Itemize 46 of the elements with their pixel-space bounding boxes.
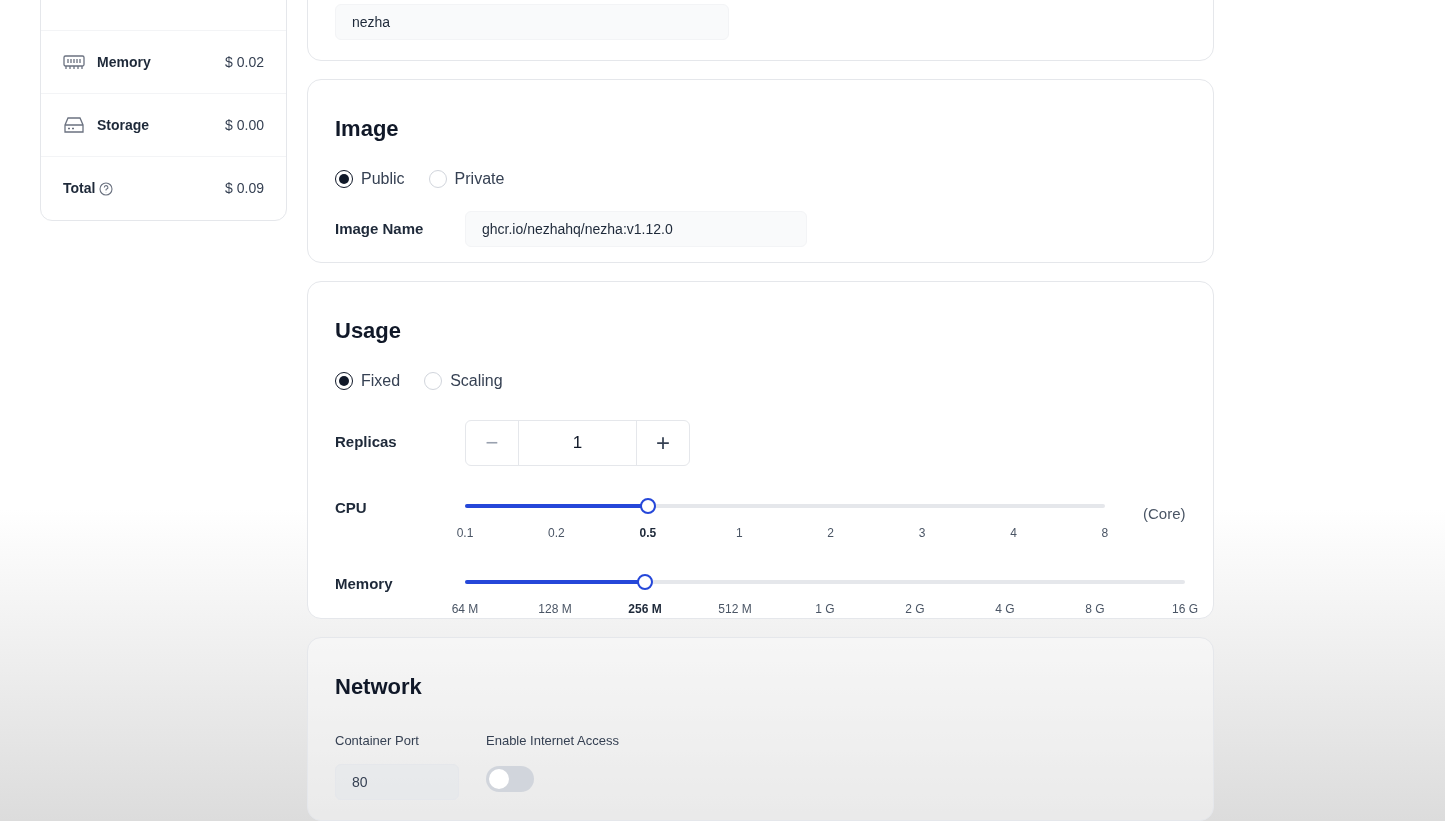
toggle-switch[interactable]: [486, 766, 534, 793]
tick-label: 0.1: [456, 524, 474, 542]
radio-option[interactable]: Private: [428, 167, 505, 192]
tick-label: 3: [918, 524, 926, 542]
section-title: Image: [335, 115, 400, 144]
radio-option[interactable]: Fixed: [335, 368, 401, 393]
tick-label: 1 G: [815, 600, 835, 618]
section-title: Network: [335, 672, 423, 701]
field-label: Memory: [335, 573, 394, 594]
section-title: Usage: [335, 316, 403, 345]
port-input[interactable]: 80: [335, 764, 459, 801]
tick-label: 0.2: [548, 524, 565, 542]
field-label: CPU: [335, 497, 368, 518]
field-label: Enable Internet Access: [486, 731, 619, 750]
tick-label: 256 M: [628, 600, 662, 618]
tick-label: 8 G: [1085, 600, 1105, 618]
radio-option[interactable]: Scaling: [424, 368, 503, 393]
tick-label: 16 G: [1172, 600, 1198, 618]
slider-handle[interactable]: [637, 573, 653, 590]
hard-drive-icon: [63, 116, 85, 134]
total-label: Total: [63, 179, 96, 198]
total-value: $ 0.09: [225, 179, 264, 198]
field-label: Container Port: [335, 731, 420, 750]
cost-label: Storage: [97, 115, 150, 135]
cost-value: $ 0.02: [225, 52, 264, 72]
field-label: Replicas: [335, 432, 398, 453]
tick-label: 2 G: [905, 600, 925, 618]
tick-label: 4 G: [995, 600, 1015, 618]
unit-label: (Core): [1143, 503, 1186, 524]
tick-label: 8: [1101, 524, 1109, 542]
tick-label: 4: [1010, 524, 1017, 542]
tick-label: 512 M: [718, 600, 752, 618]
field-label: Image Name: [335, 218, 425, 239]
name-input[interactable]: nezha: [335, 4, 729, 40]
radio-option[interactable]: Public: [335, 167, 405, 192]
tick-label: 1: [735, 524, 743, 542]
image-name-input[interactable]: ghcr.io/nezhahq/nezha:v1.12.0: [465, 211, 807, 248]
help-icon[interactable]: [99, 181, 114, 196]
cost-value: $ 0.00: [225, 115, 264, 135]
cost-label: Memory: [97, 52, 151, 72]
memory-chip-icon: [63, 54, 85, 70]
tick-label: 0.5: [639, 524, 657, 542]
tick-label: 2: [827, 524, 835, 542]
tick-label: 64 M: [451, 600, 479, 618]
tick-label: 128 M: [538, 600, 572, 618]
slider-handle[interactable]: [639, 497, 656, 514]
